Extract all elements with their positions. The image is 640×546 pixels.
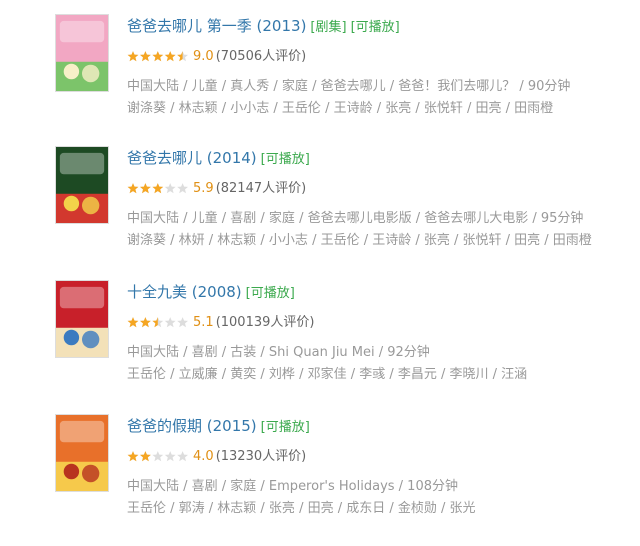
star-icon — [164, 450, 176, 461]
title-line: 十全九美 (2008) [可播放] — [127, 280, 627, 304]
poster-link[interactable] — [55, 414, 109, 492]
star-icon — [164, 316, 176, 327]
rating-stars-wrapper — [127, 50, 189, 62]
rating-stars-wrapper — [127, 316, 189, 328]
rating-votes: (70506人评价) — [215, 49, 307, 64]
rating-line: 5.1 (100139人评价) — [127, 314, 627, 332]
playable-tag[interactable]: [可播放] — [261, 152, 310, 167]
star-icon — [177, 450, 188, 461]
rating-stars-wrapper — [127, 182, 189, 194]
result-title-link[interactable]: 爸爸去哪儿 (2014) — [127, 149, 257, 167]
star-icon — [127, 182, 139, 193]
result-meta: 中国大陆 / 喜剧 / 家庭 / Emperor's Holidays / 10… — [127, 476, 627, 520]
result-meta: 中国大陆 / 喜剧 / 古装 / Shi Quan Jiu Mei / 92分钟… — [127, 342, 627, 386]
star-icon — [152, 316, 164, 327]
result-info: 爸爸去哪儿 第一季 (2013) [剧集] [可播放] 9.0 (70506人评价) 中国… — [127, 14, 627, 120]
rating-stars — [127, 182, 188, 193]
poster-image — [56, 15, 108, 91]
result-title-link[interactable]: 十全九美 (2008) — [127, 283, 242, 301]
meta-genres-line: 中国大陆 / 儿童 / 喜剧 / 家庭 / 爸爸去哪儿电影版 / 爸爸去哪儿大电… — [127, 211, 584, 226]
star-icon — [177, 182, 188, 193]
title-line: 爸爸去哪儿 第一季 (2013) [剧集] [可播放] — [127, 14, 627, 38]
poster-image — [56, 281, 108, 357]
title-line: 爸爸去哪儿 (2014) [可播放] — [127, 146, 627, 170]
star-icon — [164, 182, 176, 193]
rating-stars — [127, 316, 188, 327]
meta-cast-line: 谢涤葵 / 林妍 / 林志颖 / 小小志 / 王岳伦 / 王诗龄 / 张亮 / … — [127, 233, 592, 248]
star-icon — [140, 182, 151, 193]
playable-tag[interactable]: [可播放] — [261, 420, 310, 435]
poster-link[interactable] — [55, 14, 109, 92]
meta-cast-line: 王岳伦 / 立威廉 / 黄奕 / 刘桦 / 邓家佳 / 李彧 / 李昌元 / 李… — [127, 367, 528, 382]
playable-tag[interactable]: [可播放] — [351, 20, 400, 35]
result-info: 爸爸去哪儿 (2014) [可播放] 5.9 (82147人评价) 中国大陆 / 儿童 … — [127, 146, 627, 252]
playable-tag[interactable]: [可播放] — [246, 286, 295, 301]
rating-stars — [127, 450, 188, 461]
meta-cast-line: 王岳伦 / 郭涛 / 林志颖 / 张亮 / 田亮 / 成东日 / 金桢勋 / 张… — [127, 501, 476, 516]
rating-score: 5.9 — [193, 181, 214, 196]
rating-score: 4.0 — [193, 449, 214, 464]
meta-genres-line: 中国大陆 / 喜剧 / 古装 / Shi Quan Jiu Mei / 92分钟 — [127, 345, 430, 360]
poster-link[interactable] — [55, 280, 109, 358]
meta-genres-line: 中国大陆 / 儿童 / 真人秀 / 家庭 / 爸爸去哪儿 / 爸爸！我们去哪儿？… — [127, 79, 571, 94]
series-tag[interactable]: [剧集] — [310, 20, 346, 35]
rating-votes: (82147人评价) — [215, 181, 307, 196]
star-icon — [152, 50, 164, 61]
result-info: 爸爸的假期 (2015) [可播放] 4.0 (13230人评价) 中国大陆 / 喜剧 … — [127, 414, 627, 520]
poster-image — [56, 415, 108, 491]
meta-cast-line: 谢涤葵 / 林志颖 / 小小志 / 王岳伦 / 王诗龄 / 张亮 / 张悦轩 /… — [127, 101, 554, 116]
rating-stars-wrapper — [127, 450, 189, 462]
star-icon — [152, 450, 164, 461]
star-icon — [140, 50, 151, 61]
result-meta: 中国大陆 / 儿童 / 喜剧 / 家庭 / 爸爸去哪儿电影版 / 爸爸去哪儿大电… — [127, 208, 627, 252]
star-icon — [177, 50, 188, 61]
star-icon — [177, 316, 188, 327]
search-results-list: 爸爸去哪儿 第一季 (2013) [剧集] [可播放] 9.0 (70506人评价) 中国… — [0, 0, 640, 546]
result-meta: 中国大陆 / 儿童 / 真人秀 / 家庭 / 爸爸去哪儿 / 爸爸！我们去哪儿？… — [127, 76, 627, 120]
star-icon — [127, 50, 139, 61]
star-icon — [164, 50, 176, 61]
star-icon — [127, 450, 139, 461]
star-icon — [140, 316, 151, 327]
rating-score: 5.1 — [193, 315, 214, 330]
result-title-link[interactable]: 爸爸去哪儿 第一季 (2013) — [127, 17, 306, 35]
poster-link[interactable] — [55, 146, 109, 224]
star-icon — [140, 450, 151, 461]
star-icon — [152, 182, 164, 193]
result-title-link[interactable]: 爸爸的假期 (2015) — [127, 417, 257, 435]
rating-line: 9.0 (70506人评价) — [127, 48, 627, 66]
result-info: 十全九美 (2008) [可播放] 5.1 (100139人评价) 中国大陆 / 喜剧 … — [127, 280, 627, 386]
rating-line: 4.0 (13230人评价) — [127, 448, 627, 466]
rating-stars — [127, 50, 188, 61]
rating-votes: (100139人评价) — [215, 315, 315, 330]
star-icon — [127, 316, 139, 327]
rating-score: 9.0 — [193, 49, 214, 64]
rating-votes: (13230人评价) — [215, 449, 307, 464]
title-line: 爸爸的假期 (2015) [可播放] — [127, 414, 627, 438]
poster-image — [56, 147, 108, 223]
meta-genres-line: 中国大陆 / 喜剧 / 家庭 / Emperor's Holidays / 10… — [127, 479, 458, 494]
rating-line: 5.9 (82147人评价) — [127, 180, 627, 198]
